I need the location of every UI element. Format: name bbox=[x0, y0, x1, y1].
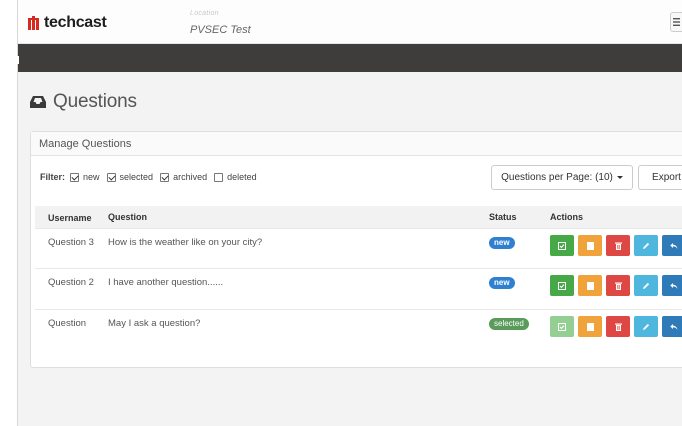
page-title-text: Questions bbox=[53, 91, 137, 112]
trash-icon bbox=[614, 282, 622, 290]
filter-selected-label: selected bbox=[119, 172, 154, 182]
delete-button[interactable] bbox=[606, 235, 630, 256]
pencil-icon bbox=[642, 323, 650, 331]
location-value: PVSEC Test bbox=[190, 24, 251, 36]
filter-archived[interactable]: archived bbox=[160, 172, 207, 182]
filter-bar: Filter: new selected archived deleted bbox=[40, 172, 264, 182]
archive-icon bbox=[586, 322, 594, 331]
trash-icon bbox=[614, 242, 622, 250]
filter-new[interactable]: new bbox=[70, 172, 100, 182]
filter-selected-checkbox[interactable] bbox=[106, 172, 116, 182]
column-header-status[interactable]: Status bbox=[489, 212, 517, 222]
check-icon bbox=[558, 322, 566, 331]
row-status-cell: selected bbox=[489, 318, 529, 330]
reply-icon bbox=[670, 323, 678, 331]
select-button[interactable] bbox=[550, 235, 574, 256]
reply-button[interactable] bbox=[662, 235, 682, 256]
table-row[interactable]: Question 2 I have another question......… bbox=[35, 268, 682, 309]
techcast-logo-icon bbox=[28, 15, 42, 31]
check-icon bbox=[558, 281, 566, 290]
select-button[interactable] bbox=[550, 316, 574, 337]
pencil-icon bbox=[642, 282, 650, 290]
reply-icon bbox=[670, 242, 678, 250]
row-username: Question 2 bbox=[48, 277, 94, 288]
left-margin bbox=[0, 0, 17, 426]
archive-button[interactable] bbox=[578, 275, 602, 296]
filter-archived-checkbox[interactable] bbox=[160, 172, 170, 182]
manage-questions-panel: Manage Questions Filter: new selected ar… bbox=[30, 131, 682, 368]
brand-name: techcast bbox=[44, 14, 107, 31]
page-title: Questions bbox=[30, 91, 137, 113]
table-row[interactable]: Question May I ask a question? selected bbox=[35, 309, 682, 341]
column-header-username[interactable]: Username bbox=[48, 212, 98, 225]
row-actions bbox=[550, 235, 682, 256]
filter-label: Filter: bbox=[40, 172, 66, 182]
check-icon bbox=[558, 241, 566, 250]
page-content: Questions Manage Questions Filter: new s… bbox=[18, 72, 682, 426]
delete-button[interactable] bbox=[606, 316, 630, 337]
row-question: How is the weather like on your city? bbox=[108, 237, 263, 248]
edit-button[interactable] bbox=[634, 275, 658, 296]
row-question: May I ask a question? bbox=[108, 318, 201, 329]
status-badge: selected bbox=[489, 318, 529, 330]
filter-selected[interactable]: selected bbox=[106, 172, 154, 182]
edit-button[interactable] bbox=[634, 316, 658, 337]
top-navbar bbox=[18, 44, 682, 72]
status-badge: new bbox=[489, 237, 515, 249]
brand-logo[interactable]: techcast bbox=[28, 13, 107, 33]
filter-deleted-label: deleted bbox=[227, 172, 257, 182]
archive-icon bbox=[586, 241, 594, 250]
delete-button[interactable] bbox=[606, 275, 630, 296]
export-button[interactable]: Export bbox=[638, 165, 682, 190]
column-header-actions: Actions bbox=[550, 212, 584, 222]
filter-deleted[interactable]: deleted bbox=[214, 172, 257, 182]
hamburger-icon[interactable] bbox=[670, 12, 682, 32]
filter-new-label: new bbox=[83, 172, 100, 182]
row-username: Question bbox=[48, 318, 87, 329]
status-badge: new bbox=[489, 277, 515, 289]
table-header: Username Question Status Actions bbox=[35, 206, 682, 228]
row-status-cell: new bbox=[489, 277, 515, 289]
reply-button[interactable] bbox=[662, 316, 682, 337]
column-header-question[interactable]: Question bbox=[108, 212, 147, 222]
select-button[interactable] bbox=[550, 275, 574, 296]
archive-button[interactable] bbox=[578, 316, 602, 337]
inbox-tray-icon bbox=[30, 95, 46, 109]
archive-button[interactable] bbox=[578, 235, 602, 256]
row-status-cell: new bbox=[489, 237, 515, 249]
edit-button[interactable] bbox=[634, 235, 658, 256]
app-header: techcast Location PVSEC Test bbox=[18, 0, 682, 44]
table-row[interactable]: Question 3 How is the weather like on yo… bbox=[35, 228, 682, 268]
questions-table: Username Question Status Actions Questio… bbox=[35, 206, 682, 341]
reply-button[interactable] bbox=[662, 275, 682, 296]
reply-icon bbox=[670, 282, 678, 290]
pencil-icon bbox=[642, 242, 650, 250]
row-username: Question 3 bbox=[48, 237, 94, 248]
caret-down-icon bbox=[616, 176, 623, 179]
questions-per-page-label: Questions per Page: (10) bbox=[501, 172, 613, 183]
row-actions bbox=[550, 275, 682, 296]
trash-icon bbox=[614, 323, 622, 331]
location-label: Location bbox=[190, 10, 219, 17]
filter-new-checkbox[interactable] bbox=[70, 172, 80, 182]
questions-per-page-dropdown[interactable]: Questions per Page: (10) bbox=[491, 165, 633, 190]
panel-heading: Manage Questions bbox=[31, 132, 682, 156]
row-question: I have another question...... bbox=[108, 277, 224, 288]
filter-deleted-checkbox[interactable] bbox=[214, 172, 224, 182]
archive-icon bbox=[586, 281, 594, 290]
row-actions bbox=[550, 316, 682, 337]
navbar-edge bbox=[17, 56, 19, 64]
filter-archived-label: archived bbox=[173, 172, 208, 182]
